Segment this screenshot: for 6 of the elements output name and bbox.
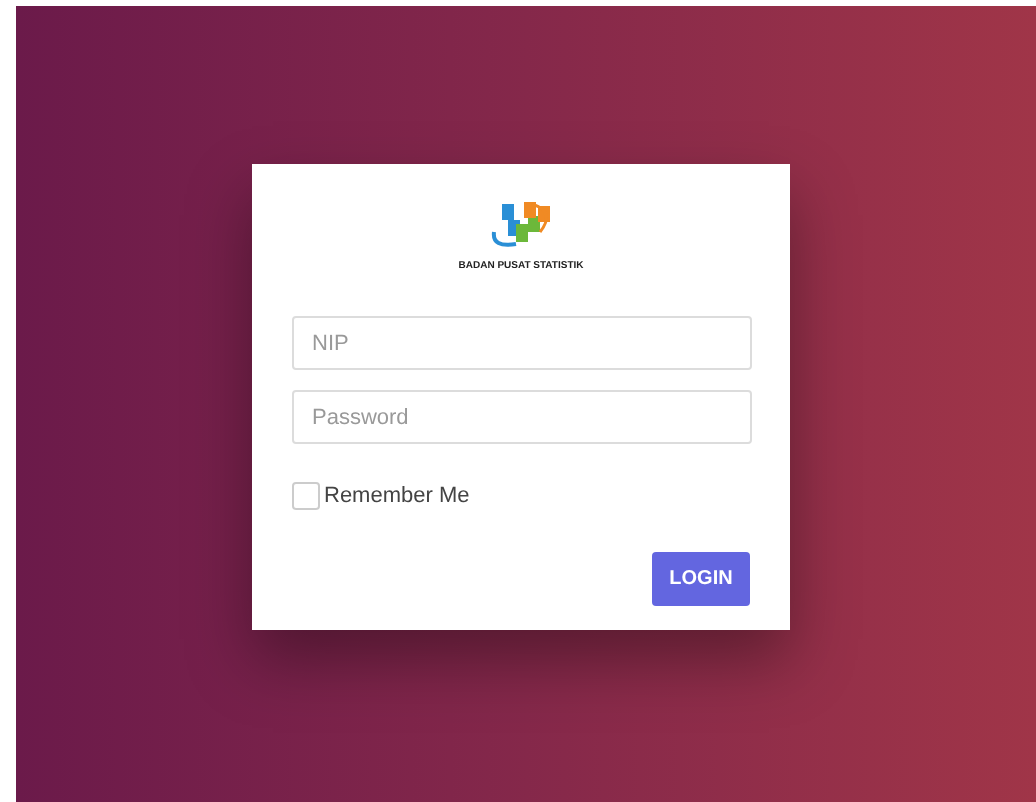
remember-label: Remember Me xyxy=(324,482,470,512)
remember-checkbox[interactable] xyxy=(292,482,320,511)
login-button[interactable]: LOGIN xyxy=(652,551,750,605)
input-field[interactable]: NIP xyxy=(292,316,752,370)
logo-icon xyxy=(487,200,555,252)
input-field[interactable]: Password xyxy=(292,390,752,444)
